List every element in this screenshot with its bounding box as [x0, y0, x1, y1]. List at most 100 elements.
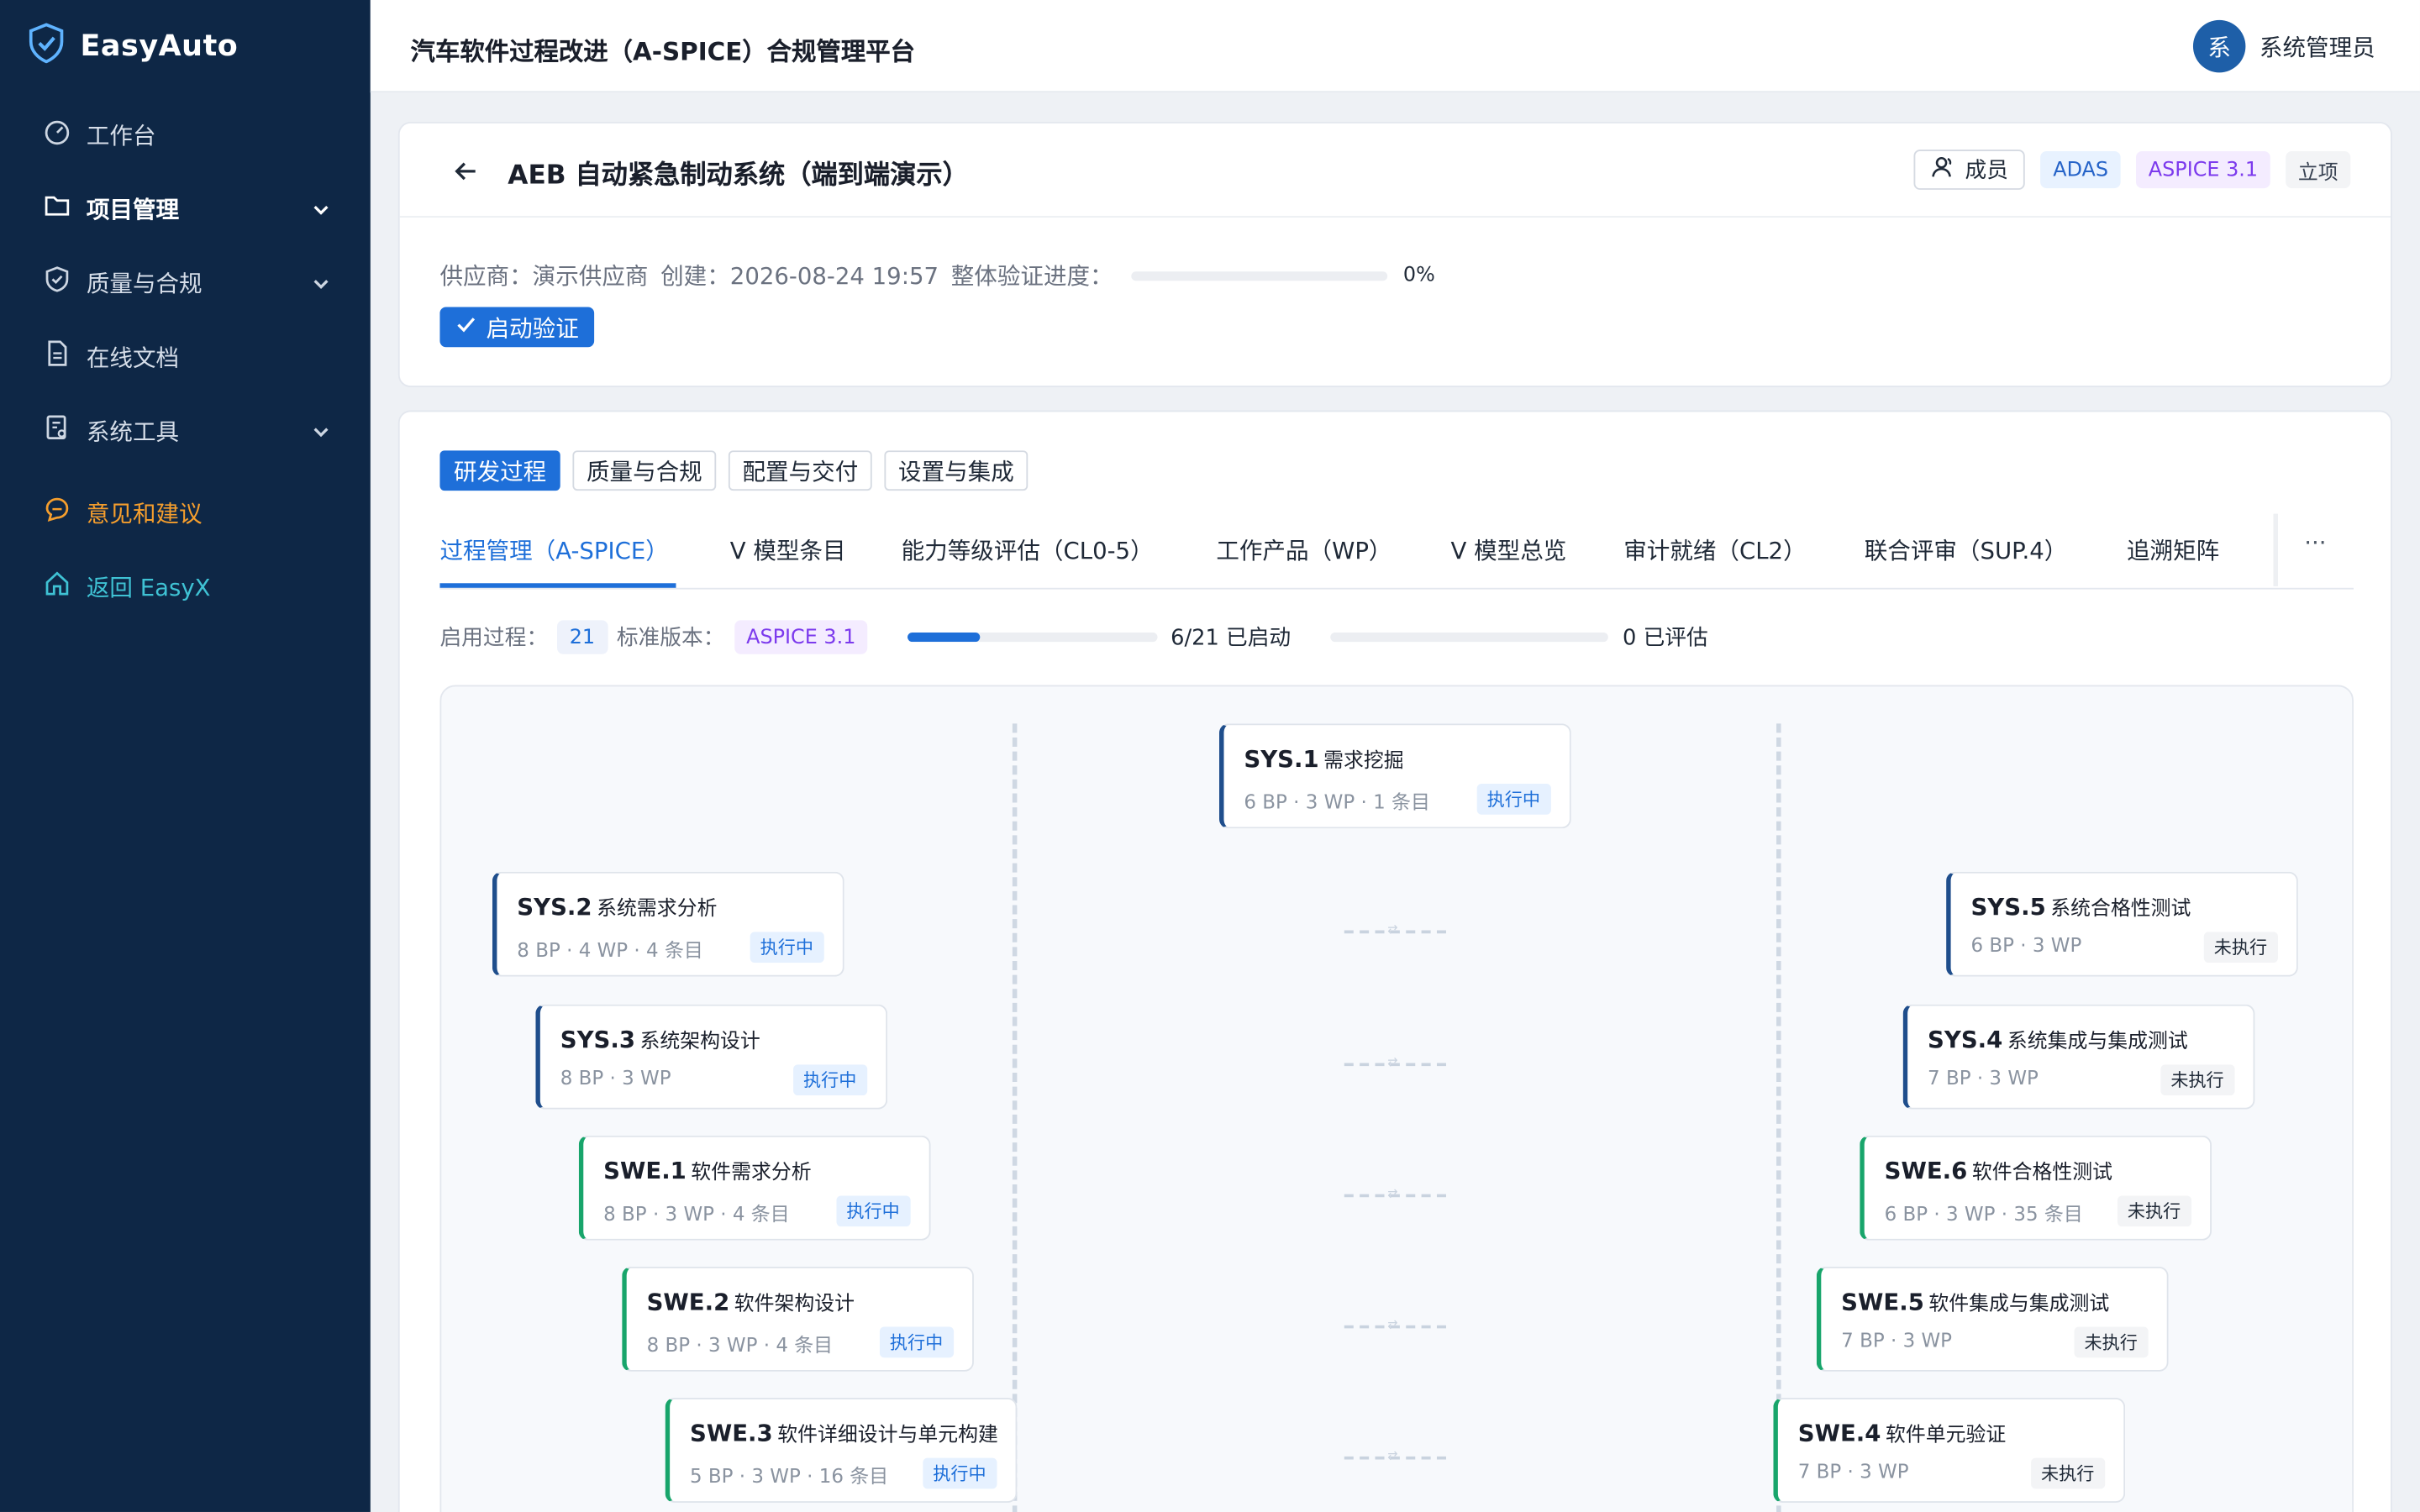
sidebar: EasyAuto 工作台 项目管理 质量与合规 在线文档 系统工具 意见和建议	[0, 0, 371, 1512]
vmodel-divider-right	[1776, 723, 1781, 1512]
sidebar-item-label: 工作台	[86, 121, 156, 150]
user-menu[interactable]: 系 系统管理员	[2192, 19, 2375, 73]
shield-logo-icon	[28, 23, 65, 70]
tab-vmodel-items[interactable]: V 模型条目	[730, 533, 846, 566]
process-title: SWE.5 软件集成与集成测试	[1841, 1287, 2109, 1316]
tag-standard: ASPICE 3.1	[2136, 150, 2270, 189]
status-badge: 执行中	[879, 1326, 955, 1358]
chevron-down-icon[interactable]	[312, 271, 330, 299]
back-arrow-icon[interactable]	[452, 157, 480, 191]
segment-dev-process[interactable]: 研发过程	[439, 450, 560, 491]
tab-trace-matrix[interactable]: 追溯矩阵	[2127, 533, 2219, 566]
status-badge: 未执行	[2030, 1457, 2106, 1489]
start-verification-button[interactable]: 启动验证	[439, 307, 595, 348]
process-id: SWE.5	[1841, 1288, 1924, 1316]
status-badge: 执行中	[749, 932, 824, 963]
tab-capability-assessment[interactable]: 能力等级评估（CL0-5）	[902, 533, 1154, 566]
document-icon	[43, 339, 71, 373]
process-name: 系统集成与集成测试	[2007, 1030, 2188, 1054]
tab-joint-review[interactable]: 联合评审（SUP.4）	[1865, 533, 2068, 566]
sidebar-item-label: 在线文档	[86, 343, 180, 371]
process-meta: 8 BP · 3 WP · 4 条目	[603, 1201, 790, 1226]
link-arrows-icon: ⇄	[1387, 1448, 1398, 1463]
sidebar-item-feedback[interactable]: 意见和建议	[0, 481, 371, 543]
more-tabs-icon[interactable]: ···	[2304, 529, 2326, 557]
brand-name: EasyAuto	[80, 29, 239, 64]
version-badge: ASPICE 3.1	[734, 620, 869, 654]
sidebar-item-quality[interactable]: 质量与合规	[0, 251, 371, 312]
project-meta: 供应商：演示供应商 创建：2026-08-24 19:57 整体验证进度： 0%	[439, 260, 1434, 292]
process-meta: 8 BP · 3 WP · 4 条目	[646, 1332, 834, 1357]
process-card-swe5[interactable]: SWE.5 软件集成与集成测试 7 BP · 3 WP 未执行	[1816, 1266, 2169, 1372]
sidebar-item-tools[interactable]: 系统工具	[0, 400, 371, 461]
process-meta: 5 BP · 3 WP · 16 条目	[690, 1464, 889, 1488]
process-meta: 7 BP · 3 WP	[1928, 1066, 2039, 1089]
process-card-swe1[interactable]: SWE.1 软件需求分析 8 BP · 3 WP · 4 条目 执行中	[578, 1135, 931, 1241]
tab-audit-readiness[interactable]: 审计就绪（CL2）	[1623, 533, 1806, 566]
avatar[interactable]: 系	[2192, 19, 2246, 73]
process-id: SWE.3	[690, 1419, 773, 1447]
process-name: 软件架构设计	[734, 1293, 855, 1316]
active-tab-indicator	[439, 583, 676, 588]
started-progress-bar	[908, 633, 1159, 643]
sidebar-item-back-easyx[interactable]: 返回 EasyX	[0, 555, 371, 617]
vmodel-link: ⇄	[1344, 1186, 1446, 1200]
segment-config-delivery[interactable]: 配置与交付	[728, 450, 872, 491]
process-title: SYS.2 系统需求分析	[517, 892, 717, 921]
process-meta: 8 BP · 3 WP	[560, 1066, 671, 1089]
process-name: 软件合格性测试	[1971, 1162, 2112, 1185]
status-badge: 执行中	[792, 1064, 868, 1096]
process-card-sys3[interactable]: SYS.3 系统架构设计 8 BP · 3 WP 执行中	[535, 1004, 888, 1110]
process-card-swe6[interactable]: SWE.6 软件合格性测试 6 BP · 3 WP · 35 条目 未执行	[1860, 1135, 2212, 1241]
process-card-sys2[interactable]: SYS.2 系统需求分析 8 BP · 4 WP · 4 条目 执行中	[492, 871, 844, 977]
process-id: SYS.3	[560, 1026, 636, 1054]
process-card-swe3[interactable]: SWE.3 软件详细设计与单元构建 5 BP · 3 WP · 16 条目 执行中	[665, 1398, 1018, 1503]
process-id: SYS.2	[517, 893, 592, 921]
section-switcher: 研发过程 质量与合规 配置与交付 设置与集成	[439, 450, 1028, 491]
enabled-count-badge: 21	[557, 620, 608, 654]
link-arrows-icon: ⇄	[1387, 1186, 1398, 1200]
process-title: SWE.3 软件详细设计与单元构建	[690, 1418, 998, 1447]
sidebar-item-docs[interactable]: 在线文档	[0, 326, 371, 387]
process-card-swe2[interactable]: SWE.2 软件架构设计 8 BP · 3 WP · 4 条目 执行中	[622, 1266, 974, 1372]
user-name: 系统管理员	[2259, 33, 2375, 61]
brand[interactable]: EasyAuto	[28, 23, 239, 70]
evaluated-progress-bar	[1330, 633, 1609, 643]
link-arrows-icon: ⇄	[1387, 1055, 1398, 1069]
chevron-down-icon[interactable]	[312, 420, 330, 448]
segment-quality[interactable]: 质量与合规	[572, 450, 717, 491]
process-name: 软件需求分析	[691, 1162, 812, 1185]
dashboard-icon	[43, 118, 71, 151]
sidebar-item-dashboard[interactable]: 工作台	[0, 103, 371, 165]
process-title: SYS.3 系统架构设计	[560, 1025, 760, 1054]
project-card: AEB 自动紧急制动系统（端到端演示） 成员 ADAS ASPICE 3.1 立…	[397, 122, 2392, 388]
process-title: SYS.1 需求挖掘	[1244, 743, 1403, 773]
members-button[interactable]: 成员	[1913, 150, 2026, 190]
folder-icon	[43, 192, 71, 225]
tab-work-products[interactable]: 工作产品（WP）	[1216, 533, 1392, 566]
link-arrows-icon: ⇄	[1387, 1317, 1398, 1332]
segment-settings[interactable]: 设置与集成	[884, 450, 1028, 491]
progress-label: 整体验证进度：	[950, 262, 1113, 291]
app-title: 汽车软件过程改进（A-SPICE）合规管理平台	[410, 37, 915, 66]
members-label: 成员	[1965, 159, 2008, 184]
process-id: SYS.5	[1970, 893, 2046, 921]
process-card-sys5[interactable]: SYS.5 系统合格性测试 6 BP · 3 WP 未执行	[1946, 871, 2298, 977]
sidebar-item-projects[interactable]: 项目管理	[0, 177, 371, 239]
process-card-sys1[interactable]: SYS.1 需求挖掘 6 BP · 3 WP · 1 条目 执行中	[1218, 723, 1571, 829]
tab-vmodel-overview[interactable]: V 模型总览	[1450, 533, 1566, 566]
process-title: SYS.4 系统集成与集成测试	[1928, 1025, 2188, 1054]
process-name: 软件单元验证	[1885, 1424, 2007, 1447]
process-name: 需求挖掘	[1323, 749, 1404, 774]
process-card-sys4[interactable]: SYS.4 系统集成与集成测试 7 BP · 3 WP 未执行	[1902, 1004, 2255, 1110]
home-icon	[43, 570, 71, 603]
process-id: SYS.1	[1244, 745, 1319, 774]
process-card-swe4[interactable]: SWE.4 软件单元验证 7 BP · 3 WP 未执行	[1773, 1398, 2126, 1503]
process-name: 系统架构设计	[639, 1030, 760, 1054]
process-title: SWE.6 软件合格性测试	[1885, 1156, 2112, 1185]
tab-process-management[interactable]: 过程管理（A-SPICE）	[439, 533, 668, 566]
app-root: EasyAuto 工作台 项目管理 质量与合规 在线文档 系统工具 意见和建议	[0, 0, 2420, 1512]
process-id: SWE.4	[1797, 1419, 1881, 1447]
vmodel-link: ⇄	[1344, 1055, 1446, 1069]
chevron-down-icon[interactable]	[312, 197, 330, 225]
